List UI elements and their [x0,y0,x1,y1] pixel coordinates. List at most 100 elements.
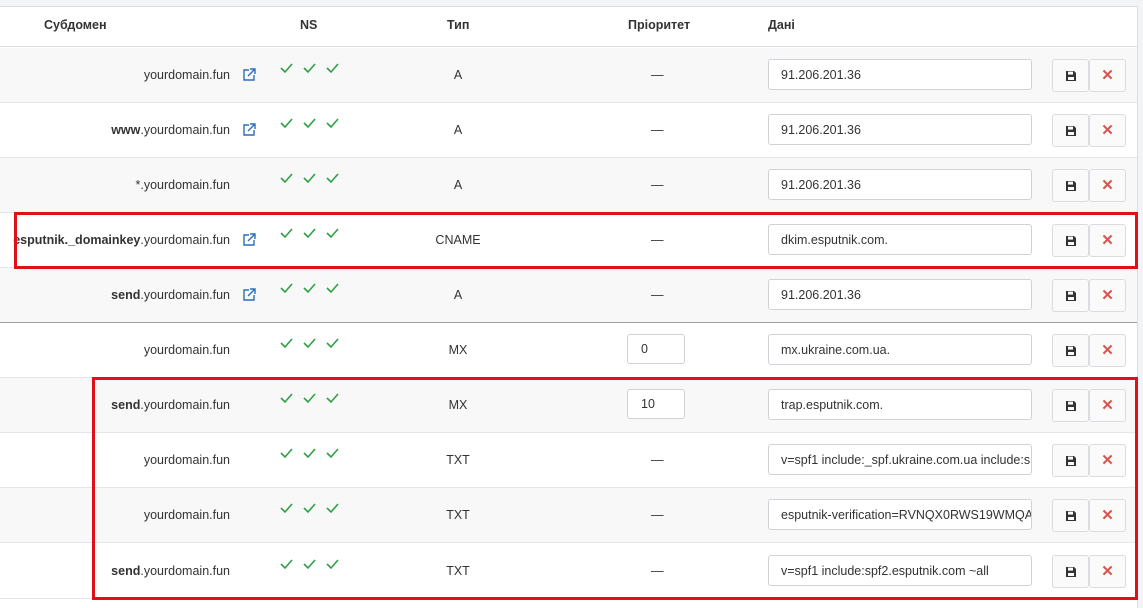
subdomain-domain: yourdomain.fun [143,453,230,467]
table-row: www.yourdomain.fun A — ✕ [0,103,1137,158]
priority-empty: — [651,233,664,247]
table-row: *.yourdomain.fun A — ✕ [0,158,1137,213]
record-data-input[interactable] [768,169,1032,200]
record-data-input[interactable] [768,59,1032,90]
ns-check-icons [279,61,341,75]
subdomain-domain: yourdomain.fun [143,68,230,82]
save-button[interactable] [1052,555,1089,588]
priority-input[interactable] [627,334,685,364]
delete-button[interactable]: ✕ [1089,114,1126,147]
priority-empty: — [651,288,664,302]
ns-check-icons [279,336,341,350]
record-type: A [453,123,463,137]
delete-button[interactable]: ✕ [1089,334,1126,367]
record-data-input[interactable] [768,279,1032,310]
subdomain-domain: yourdomain.fun [143,508,230,522]
priority-empty: — [651,453,664,467]
subdomain-label: yourdomain.fun [144,68,230,82]
delete-button[interactable]: ✕ [1089,555,1126,588]
delete-button[interactable]: ✕ [1089,444,1126,477]
table-row: yourdomain.fun A — ✕ [0,48,1137,103]
subdomain-domain: .yourdomain.fun [140,398,230,412]
close-icon: ✕ [1101,452,1114,469]
save-button[interactable] [1052,279,1089,312]
subdomain-domain: yourdomain.fun [143,343,230,357]
floppy-disk-icon [1065,455,1077,467]
ns-check-icons [279,446,341,460]
subdomain-label: send.yourdomain.fun [111,564,230,578]
save-button[interactable] [1052,499,1089,532]
delete-button[interactable]: ✕ [1089,224,1126,257]
priority-empty: — [651,123,664,137]
close-icon: ✕ [1101,287,1114,304]
subdomain-prefix: www [111,123,141,137]
record-type: A [453,288,463,302]
table-header: Субдомен NS Тип Пріоритет Дані [0,7,1137,47]
record-type: TXT [446,508,470,522]
record-data-input[interactable] [768,224,1032,255]
record-type: A [453,178,463,192]
ns-check-icons [279,281,341,295]
record-type: MX [448,343,468,357]
record-data-input[interactable] [768,499,1032,530]
table-row: yourdomain.fun TXT — ✕ [0,488,1137,543]
table-row: send.yourdomain.fun TXT — ✕ [0,544,1137,599]
floppy-disk-icon [1065,510,1077,522]
subdomain-prefix: send [111,288,141,302]
delete-button[interactable]: ✕ [1089,169,1126,202]
table-row: esputnik._domainkey.yourdomain.fun CNAME —… [0,213,1137,268]
close-icon: ✕ [1101,67,1114,84]
save-button[interactable] [1052,224,1089,257]
record-type: TXT [446,564,470,578]
subdomain-label: yourdomain.fun [144,343,230,357]
priority-empty: — [651,508,664,522]
subdomain-domain: .yourdomain.fun [140,564,230,578]
save-button[interactable] [1052,169,1089,202]
priority-input[interactable] [627,389,685,419]
close-icon: ✕ [1101,177,1114,194]
record-type: CNAME [435,233,481,247]
subdomain-prefix: esputnik._domainkey [13,233,141,247]
external-link-icon[interactable] [242,288,256,302]
ns-check-icons [279,226,341,240]
save-button[interactable] [1052,444,1089,477]
save-button[interactable] [1052,334,1089,367]
subdomain-prefix: send [111,564,141,578]
dns-records-table: Субдомен NS Тип Пріоритет Дані yourdomai… [0,6,1138,608]
record-data-input[interactable] [768,114,1032,145]
save-button[interactable] [1052,389,1089,422]
close-icon: ✕ [1101,232,1114,249]
floppy-disk-icon [1065,180,1077,192]
external-link-icon[interactable] [242,123,256,137]
delete-button[interactable]: ✕ [1089,499,1126,532]
save-button[interactable] [1052,114,1089,147]
save-button[interactable] [1052,59,1089,92]
delete-button[interactable]: ✕ [1089,389,1126,422]
close-icon: ✕ [1101,563,1114,580]
subdomain-label: send.yourdomain.fun [111,398,230,412]
record-data-input[interactable] [768,334,1032,365]
record-type: TXT [446,453,470,467]
subdomain-domain: .yourdomain.fun [140,123,230,137]
record-data-input[interactable] [768,389,1032,420]
floppy-disk-icon [1065,125,1077,137]
ns-check-icons [279,116,341,130]
header-ns: NS [300,18,318,32]
subdomain-label: esputnik._domainkey.yourdomain.fun [13,233,230,247]
external-link-icon[interactable] [242,68,256,82]
subdomain-domain: .yourdomain.fun [140,288,230,302]
floppy-disk-icon [1065,70,1077,82]
header-priority: Пріоритет [628,18,691,32]
record-data-input[interactable] [768,555,1032,586]
table-row: send.yourdomain.fun MX ✕ [0,378,1137,433]
close-icon: ✕ [1101,507,1114,524]
ns-check-icons [279,171,341,185]
subdomain-label: *.yourdomain.fun [135,178,230,192]
ns-check-icons [279,501,341,515]
table-row: yourdomain.fun TXT — ✕ [0,433,1137,488]
delete-button[interactable]: ✕ [1089,279,1126,312]
delete-button[interactable]: ✕ [1089,59,1126,92]
record-data-input[interactable] [768,444,1032,475]
subdomain-domain: *.yourdomain.fun [135,178,230,192]
external-link-icon[interactable] [242,233,256,247]
